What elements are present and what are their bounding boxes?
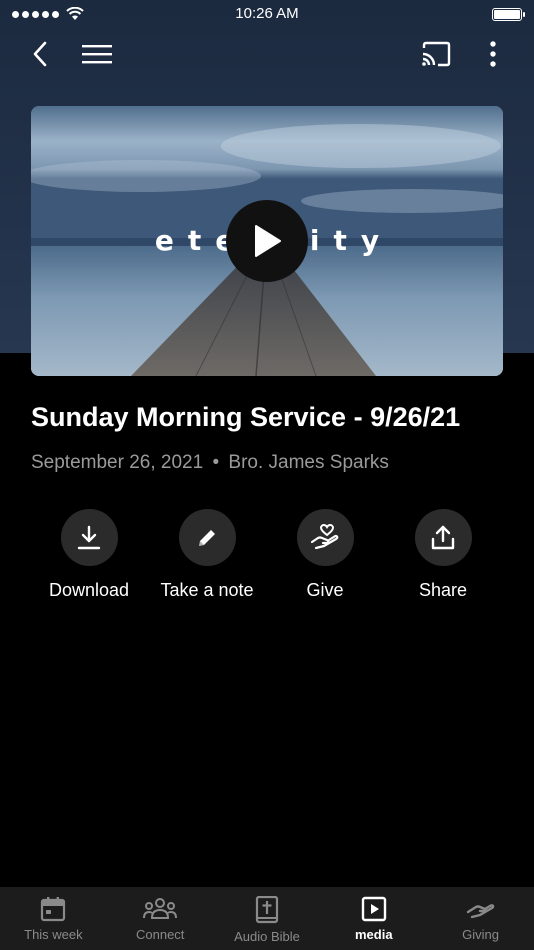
cast-icon (422, 41, 451, 67)
download-button[interactable]: Download (29, 509, 149, 601)
give-button-circle[interactable] (296, 509, 354, 566)
play-icon (255, 225, 281, 257)
share-label: Share (418, 580, 468, 600)
give-label: Give (306, 580, 344, 600)
more-vertical-icon (490, 41, 496, 67)
status-time: 10:26 AM (235, 5, 299, 22)
take-note-label: Take a note (160, 580, 254, 600)
media-artwork[interactable]: eternity (31, 106, 503, 376)
hamburger-menu-icon (82, 45, 112, 64)
download-icon (77, 525, 101, 549)
download-label: Download (48, 580, 130, 600)
tab-connect[interactable]: Connect (107, 887, 214, 950)
more-options-button[interactable] (473, 34, 513, 74)
share-button-circle[interactable] (414, 509, 472, 566)
chevron-left-icon (33, 41, 47, 67)
media-date: September 26, 2021 (31, 452, 204, 473)
tab-media[interactable]: media (320, 887, 427, 950)
giving-hand-icon (466, 904, 494, 919)
tab-giving[interactable]: Giving (427, 887, 534, 950)
tab-audio-bible[interactable]: Audio Bible (214, 887, 321, 950)
media-speaker: Bro. James Sparks (228, 452, 389, 473)
back-button[interactable] (20, 34, 60, 74)
take-note-button-circle[interactable] (178, 509, 236, 566)
menu-button[interactable] (77, 34, 117, 74)
people-icon (143, 898, 178, 919)
share-icon (431, 525, 455, 549)
download-button-circle[interactable] (60, 509, 118, 566)
media-title: Sunday Morning Service - 9/26/21 (31, 402, 461, 432)
battery-icon (492, 7, 525, 21)
give-heart-hand-icon (310, 523, 339, 549)
tab-media-label: media (355, 927, 393, 942)
cast-button[interactable] (416, 34, 456, 74)
tab-giving-label: Giving (462, 927, 500, 942)
tab-bar: This week Connect Audio Bible media Givi… (0, 887, 534, 950)
status-bar: 10:26 AM (0, 0, 534, 28)
nav-bar (0, 34, 534, 74)
meta-separator: • (212, 452, 220, 473)
play-square-icon (361, 896, 386, 922)
tab-this-week-label: This week (24, 927, 83, 942)
play-button[interactable] (226, 200, 308, 282)
tab-this-week[interactable]: This week (0, 887, 107, 950)
bible-icon (255, 896, 279, 924)
give-button[interactable]: Give (265, 509, 385, 601)
pencil-icon (199, 529, 215, 546)
tab-audio-bible-label: Audio Bible (234, 929, 300, 944)
media-meta: September 26, 2021 • Bro. James Sparks (31, 452, 389, 474)
tab-connect-label: Connect (135, 927, 185, 942)
action-row: Download Take a note Give Share (0, 509, 534, 609)
take-note-button[interactable]: Take a note (147, 509, 267, 601)
calendar-icon (41, 897, 66, 922)
share-button[interactable]: Share (383, 509, 503, 601)
